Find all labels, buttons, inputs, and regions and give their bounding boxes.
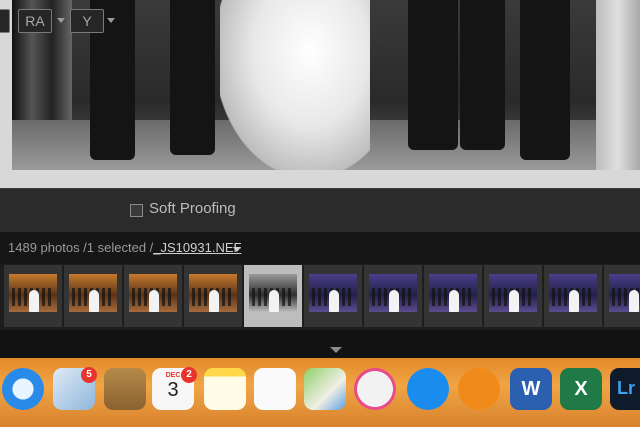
view-mode-button[interactable] <box>0 9 10 33</box>
photo-count: 1489 photos /1 selected / <box>8 240 154 255</box>
word-glyph: W <box>521 378 541 400</box>
app-store-icon[interactable] <box>407 368 449 410</box>
calendar-day: 3 <box>167 379 179 401</box>
thumbnail-bride <box>29 290 39 312</box>
photo-person <box>460 0 505 150</box>
thumbnail-image <box>129 274 177 312</box>
selected-filename[interactable]: _JS10931.NEF <box>153 240 241 255</box>
filmstrip-thumbnail[interactable] <box>544 265 603 327</box>
soft-proofing-label[interactable]: Soft Proofing <box>149 200 236 217</box>
lightroom-glyph: Lr <box>617 378 635 398</box>
reminders-icon[interactable] <box>254 368 296 410</box>
thumbnail-bride <box>389 290 399 312</box>
filmstrip-thumbnail[interactable] <box>124 265 183 327</box>
thumbnail-bride <box>329 290 339 312</box>
filmstrip-thumbnail[interactable] <box>184 265 243 327</box>
filmstrip-footer <box>0 330 640 358</box>
photo-wedding-dress <box>220 0 370 170</box>
chevron-down-icon[interactable] <box>107 18 115 23</box>
chevron-down-icon[interactable] <box>57 18 65 23</box>
maps-icon[interactable] <box>304 368 346 410</box>
thumbnail-image <box>309 274 357 312</box>
photo-person <box>520 0 570 160</box>
filmstrip-thumbnail[interactable] <box>4 265 63 327</box>
mail-badge: 5 <box>81 367 97 383</box>
calendar-badge: 2 <box>181 367 197 383</box>
thumbnail-bride <box>269 290 279 312</box>
thumbnail-image <box>69 274 117 312</box>
toolbar <box>0 188 640 233</box>
filmstrip-thumbnail[interactable] <box>604 265 640 327</box>
chevron-down-icon[interactable] <box>233 247 241 252</box>
itunes-icon[interactable] <box>354 368 396 410</box>
filmstrip-thumbnail[interactable] <box>364 265 423 327</box>
thumbnail-image <box>549 274 597 312</box>
filmstrip-thumbnail[interactable] <box>244 265 303 327</box>
thumbnail-image <box>189 274 237 312</box>
thumbnail-image <box>249 274 297 312</box>
photo-person <box>408 0 458 150</box>
thumbnail-bride <box>509 290 519 312</box>
excel-glyph: X <box>574 378 588 400</box>
collapse-arrow-icon[interactable] <box>330 347 342 353</box>
photo-count-text[interactable]: 1489 photos /1 selected /_JS10931.NEF <box>8 240 241 255</box>
photo-person <box>170 0 215 155</box>
safari-icon[interactable] <box>2 368 44 410</box>
filmstrip-thumbnail[interactable] <box>424 265 483 327</box>
photo-pillar <box>596 0 640 170</box>
soft-proofing-checkbox[interactable] <box>130 204 143 217</box>
ra-button[interactable]: RA <box>18 9 52 33</box>
ibooks-icon[interactable] <box>458 368 500 410</box>
thumbnail-bride <box>629 290 639 312</box>
thumbnail-bride <box>209 290 219 312</box>
thumbnail-image <box>429 274 477 312</box>
notes-icon[interactable] <box>204 368 246 410</box>
thumbnail-image <box>489 274 537 312</box>
filmstrip-thumbnail[interactable] <box>64 265 123 327</box>
thumbnail-bride <box>569 290 579 312</box>
thumbnail-bride <box>449 290 459 312</box>
thumbnail-bride <box>149 290 159 312</box>
filmstrip-thumbnail[interactable] <box>304 265 363 327</box>
contacts-icon[interactable] <box>104 368 146 410</box>
yyy-compare-button[interactable]: Y <box>70 9 104 33</box>
thumbnail-image <box>609 274 640 312</box>
thumbnail-image <box>9 274 57 312</box>
thumbnail-bride <box>89 290 99 312</box>
filmstrip-thumbnail[interactable] <box>484 265 543 327</box>
thumbnail-image <box>369 274 417 312</box>
